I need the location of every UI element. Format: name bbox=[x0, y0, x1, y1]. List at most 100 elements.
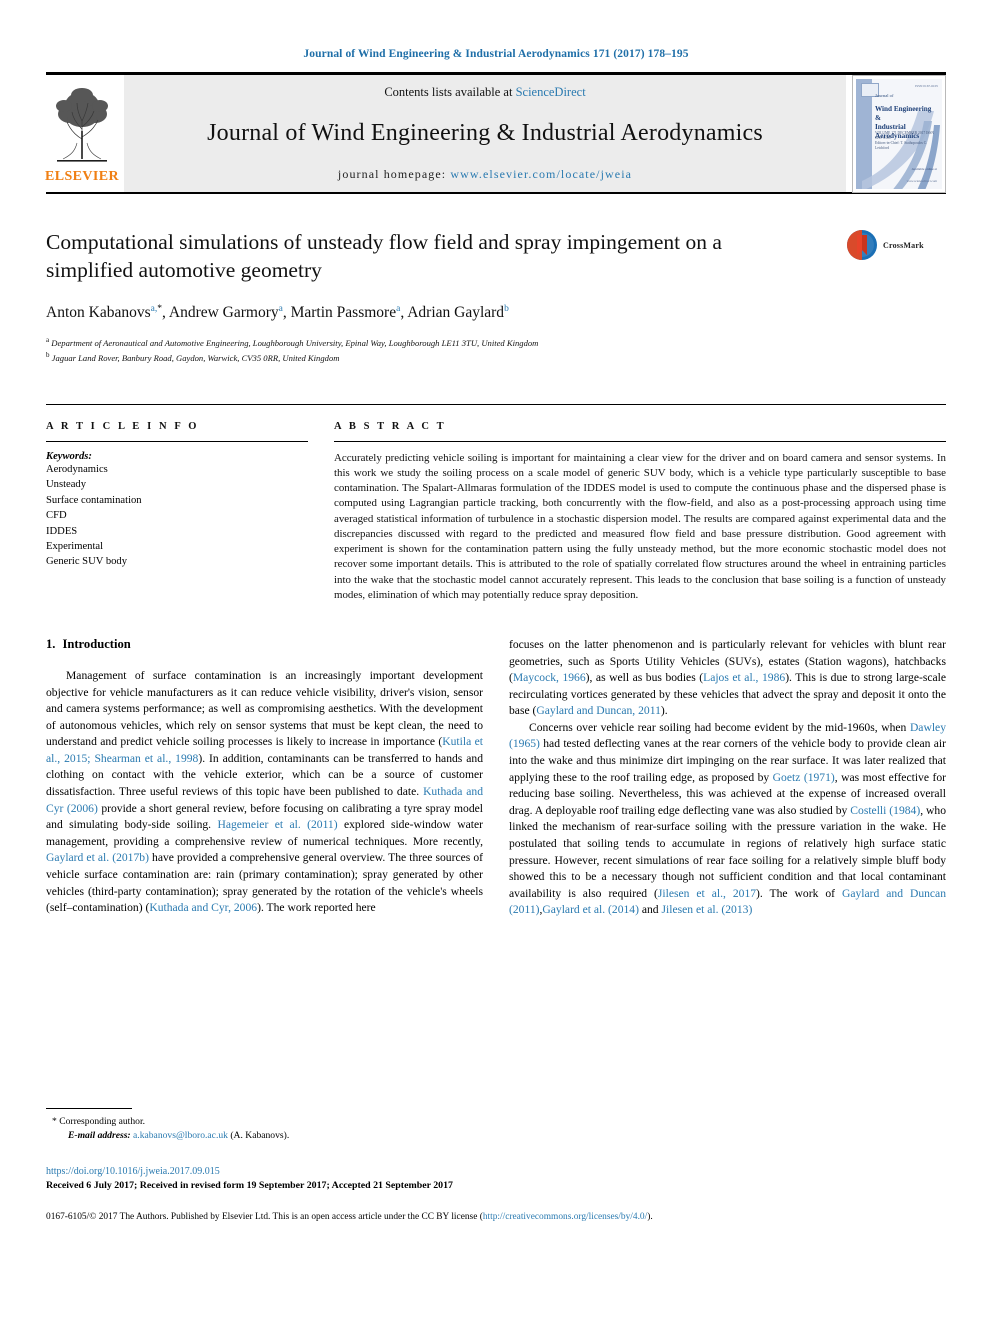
citation-link[interactable]: Kuthada and Cyr, 2006 bbox=[149, 901, 257, 914]
keywords-label: Keywords: bbox=[46, 450, 92, 462]
affiliation-item: b Jaguar Land Rover, Banbury Road, Gaydo… bbox=[46, 349, 946, 364]
affiliation-list: a Department of Aeronautical and Automot… bbox=[46, 334, 946, 364]
article-title-block: CrossMark Computational simulations of u… bbox=[46, 228, 946, 364]
affiliation-item: a Department of Aeronautical and Automot… bbox=[46, 334, 946, 349]
article-title: Computational simulations of unsteady fl… bbox=[46, 230, 722, 282]
info-abstract-block: A R T I C L E I N F O Keywords: Aerodyna… bbox=[46, 403, 946, 603]
keyword-item: Aerodynamics bbox=[46, 463, 108, 475]
elsevier-tree-icon bbox=[56, 88, 108, 162]
paragraph-text: ), as well as bus bodies ( bbox=[585, 671, 704, 685]
homepage-url-link[interactable]: www.elsevier.com/locate/jweia bbox=[450, 167, 632, 181]
paragraph-text: , who linked the mechanism of rear-surfa… bbox=[509, 803, 947, 900]
author-name: Anton Kabanovs bbox=[46, 304, 151, 322]
author-entry[interactable]: Adrian Gaylardb bbox=[407, 304, 509, 321]
paragraph: Management of surface contamination is a… bbox=[46, 668, 483, 917]
cover-meta-line2: Editors-in-Chief: T. Stathopoulos C. Let… bbox=[875, 141, 928, 150]
author-name: Martin Passmore bbox=[290, 304, 397, 322]
section-number: 1. bbox=[46, 636, 56, 651]
cover-footer-line1: Available online at bbox=[911, 167, 937, 171]
footnote-email: E-mail address: a.kabanovs@lboro.ac.uk (… bbox=[46, 1129, 486, 1143]
paper-page: Journal of Wind Engineering & Industrial… bbox=[0, 0, 992, 1323]
paragraph-text: ). The work of bbox=[756, 886, 842, 900]
abstract-column: A B S T R A C T Accurately predicting ve… bbox=[334, 421, 946, 603]
doi-link[interactable]: https://doi.org/10.1016/j.jweia.2017.09.… bbox=[46, 1166, 746, 1177]
cover-meta-line1: VOLUME 171 DECEMBER 2017 ISSN 0167-6105 bbox=[875, 131, 934, 140]
email-link[interactable]: a.kabanovs@lboro.ac.uk bbox=[133, 1130, 228, 1141]
citation-link[interactable]: Jilesen et al., 2017 bbox=[658, 887, 756, 900]
keyword-item: Surface contamination bbox=[46, 494, 142, 506]
citation-link[interactable]: Gaylard et al. (2014) bbox=[542, 903, 639, 916]
journal-homepage-line: journal homepage: www.elsevier.com/locat… bbox=[338, 167, 632, 182]
citation-link[interactable]: Costelli (1984) bbox=[850, 804, 920, 817]
affiliation-text: Jaguar Land Rover, Banbury Road, Gaydon,… bbox=[51, 352, 340, 363]
citation-link[interactable]: Hagemeier et al. (2011) bbox=[217, 818, 337, 831]
citation-link[interactable]: Gaylard and Duncan, 2011 bbox=[536, 704, 661, 717]
affiliation-mark: b bbox=[46, 351, 50, 360]
author-entry[interactable]: Anton Kabanovsa,* bbox=[46, 304, 162, 321]
footnote-rule bbox=[46, 1108, 132, 1109]
received-dates: Received 6 July 2017; Received in revise… bbox=[46, 1180, 453, 1191]
crossmark-badge[interactable]: CrossMark bbox=[846, 224, 946, 266]
elsevier-logo: ELSEVIER bbox=[45, 75, 120, 192]
contents-list-line: Contents lists available at ScienceDirec… bbox=[384, 85, 585, 100]
running-head: Journal of Wind Engineering & Industrial… bbox=[303, 48, 689, 60]
footnote-mark: * bbox=[52, 1116, 57, 1127]
journal-cover-thumbnail: ISSN 0167-6105 Journal of Wind Engineeri… bbox=[852, 75, 946, 193]
cover-kicker: Journal of bbox=[875, 93, 894, 98]
author-name: Andrew Garmory bbox=[168, 304, 279, 322]
keyword-item: Generic SUV body bbox=[46, 556, 128, 568]
publication-info: https://doi.org/10.1016/j.jweia.2017.09.… bbox=[46, 1166, 746, 1191]
author-list: Anton Kabanovsa,*, Andrew Garmorya, Mart… bbox=[46, 304, 946, 322]
body-column-left: 1. Introduction Management of surface con… bbox=[46, 637, 483, 919]
author-entry[interactable]: Andrew Garmorya bbox=[169, 304, 283, 321]
author-entry[interactable]: Martin Passmorea bbox=[291, 304, 401, 321]
paragraph: focuses on the latter phenomenon and is … bbox=[509, 637, 946, 720]
citation-link[interactable]: Goetz (1971) bbox=[773, 771, 835, 784]
crossmark-label: CrossMark bbox=[883, 240, 924, 250]
abstract-text: Accurately predicting vehicle soiling is… bbox=[334, 451, 946, 601]
masthead-center-panel: Contents lists available at ScienceDirec… bbox=[124, 75, 846, 192]
body-columns: 1. Introduction Management of surface con… bbox=[46, 637, 946, 919]
citation-link[interactable]: Lajos et al., 1986 bbox=[703, 671, 785, 684]
license-link[interactable]: http://creativecommons.org/licenses/by/4… bbox=[483, 1212, 647, 1222]
contents-prefix: Contents lists available at bbox=[384, 85, 516, 99]
elsevier-wordmark: ELSEVIER bbox=[45, 169, 120, 184]
masthead-bottom-rule bbox=[46, 192, 946, 194]
homepage-label: journal homepage: bbox=[337, 167, 451, 181]
article-info-rule bbox=[46, 440, 308, 442]
cover-issn: ISSN 0167-6105 bbox=[915, 84, 938, 88]
copyright-line: 0167-6105/© 2017 The Authors. Published … bbox=[46, 1212, 946, 1222]
paragraph-text: Concerns over vehicle rear soiling had b… bbox=[529, 720, 910, 734]
citation-link[interactable]: Gaylard et al. (2017b) bbox=[46, 851, 149, 864]
cover-title-line1: Wind Engineering & bbox=[875, 105, 932, 122]
email-label: E-mail address: bbox=[68, 1130, 131, 1141]
author-affil-mark: b bbox=[504, 304, 509, 314]
footnote-block: * Corresponding author. E-mail address: … bbox=[46, 1108, 486, 1143]
journal-masthead: ELSEVIER Contents lists available at Sci… bbox=[45, 72, 946, 193]
paragraph-text: Management of surface contamination is a… bbox=[46, 668, 483, 749]
citation-link[interactable]: Maycock, 1966 bbox=[513, 671, 586, 684]
affiliation-text: Department of Aeronautical and Automotiv… bbox=[51, 338, 539, 349]
email-suffix: (A. Kabanovs). bbox=[230, 1130, 290, 1141]
journal-title: Journal of Wind Engineering & Industrial… bbox=[207, 120, 763, 146]
paragraph-text: ). bbox=[660, 704, 668, 718]
copyright-text-end: ). bbox=[647, 1212, 653, 1222]
copyright-text: 0167-6105/© 2017 The Authors. Published … bbox=[46, 1212, 483, 1222]
paragraph: Concerns over vehicle rear soiling had b… bbox=[509, 720, 946, 919]
cover-footer-line2: www.sciencedirect.com bbox=[906, 179, 937, 183]
sciencedirect-link[interactable]: ScienceDirect bbox=[516, 85, 586, 99]
author-separator: , bbox=[282, 304, 291, 322]
section-heading: 1. Introduction bbox=[46, 637, 483, 652]
citation-link[interactable]: Jilesen et al. (2013) bbox=[662, 903, 753, 916]
article-info-column: A R T I C L E I N F O Keywords: Aerodyna… bbox=[46, 421, 308, 603]
article-info-heading: A R T I C L E I N F O bbox=[46, 420, 200, 432]
abstract-rule bbox=[334, 440, 946, 442]
paragraph-text: ). The work reported here bbox=[257, 901, 376, 915]
crossmark-icon bbox=[846, 229, 878, 261]
keyword-item: Experimental bbox=[46, 540, 104, 552]
cover-meta: VOLUME 171 DECEMBER 2017 ISSN 0167-6105 … bbox=[875, 131, 938, 151]
footnote-corresponding-author: * Corresponding author. bbox=[46, 1115, 486, 1129]
author-separator: , bbox=[161, 304, 169, 322]
section-title: Introduction bbox=[62, 636, 131, 651]
footnote-text: Corresponding author. bbox=[59, 1116, 146, 1127]
